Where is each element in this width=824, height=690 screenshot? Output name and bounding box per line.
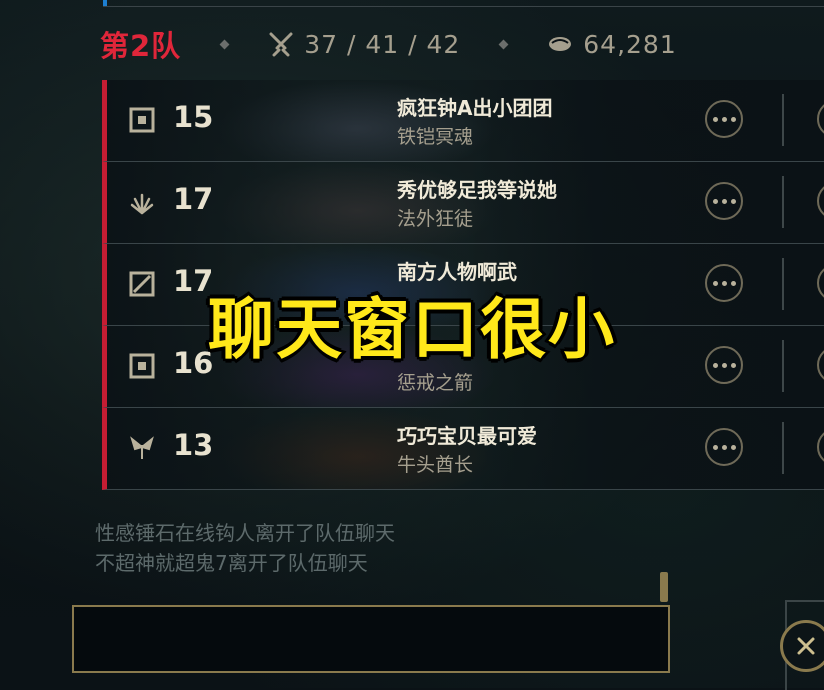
- separator-diamond-icon: [219, 39, 230, 49]
- team-header: 第2队 37 / 41 / 42 64,281: [100, 22, 800, 66]
- player-row[interactable]: 15 疯狂钟A出小团团 铁铠冥魂: [102, 80, 824, 162]
- divider: [782, 176, 784, 228]
- close-button[interactable]: [780, 620, 824, 672]
- player-row[interactable]: 13 巧巧宝贝最可爱 牛头酋长: [102, 408, 824, 490]
- player-name: 疯狂钟A出小团团: [397, 96, 553, 120]
- more-options-button[interactable]: [705, 428, 743, 466]
- overlay-caption: 聊天窗口很小: [206, 289, 617, 371]
- champion-name: 铁铠冥魂: [397, 126, 474, 148]
- player-name: 秀优够足我等说她: [397, 178, 557, 202]
- champion-level: 17: [173, 182, 214, 216]
- player-row[interactable]: 17 秀优够足我等说她 法外狂徒: [102, 162, 824, 244]
- champion-name: 牛头酋长: [397, 454, 474, 476]
- crossed-swords-icon: [269, 32, 293, 57]
- chat-message: 不超神就超鬼7离开了队伍聊天: [95, 551, 368, 575]
- rank-wing-icon: [129, 435, 155, 461]
- player-name: 巧巧宝贝最可爱: [397, 424, 537, 448]
- team-label: 第2队: [100, 29, 182, 63]
- champion-name: 惩戒之箭: [397, 372, 474, 394]
- gold-coins-icon: [549, 37, 572, 51]
- divider: [782, 422, 784, 474]
- champion-level: 15: [173, 100, 214, 134]
- previous-team-row-edge: [103, 0, 824, 7]
- divider: [782, 94, 784, 146]
- chat-message: 性感锤石在线钩人离开了队伍聊天: [95, 521, 395, 545]
- rank-square-icon: [129, 107, 155, 133]
- chat-log: 性感锤石在线钩人离开了队伍聊天 不超神就超鬼7离开了队伍聊天: [95, 518, 395, 578]
- more-options-button[interactable]: [705, 100, 743, 138]
- team-gold: 64,281: [583, 29, 677, 59]
- more-options-button[interactable]: [705, 182, 743, 220]
- separator-diamond-icon: [498, 39, 509, 49]
- close-icon: [797, 637, 815, 655]
- champion-name: 法外狂徒: [397, 208, 474, 230]
- champion-level: 13: [173, 428, 214, 462]
- rank-claw-icon: [129, 189, 155, 215]
- team-kda: 37 / 41 / 42: [304, 29, 461, 59]
- chat-scrollbar[interactable]: [660, 572, 668, 602]
- chat-input[interactable]: [72, 605, 670, 673]
